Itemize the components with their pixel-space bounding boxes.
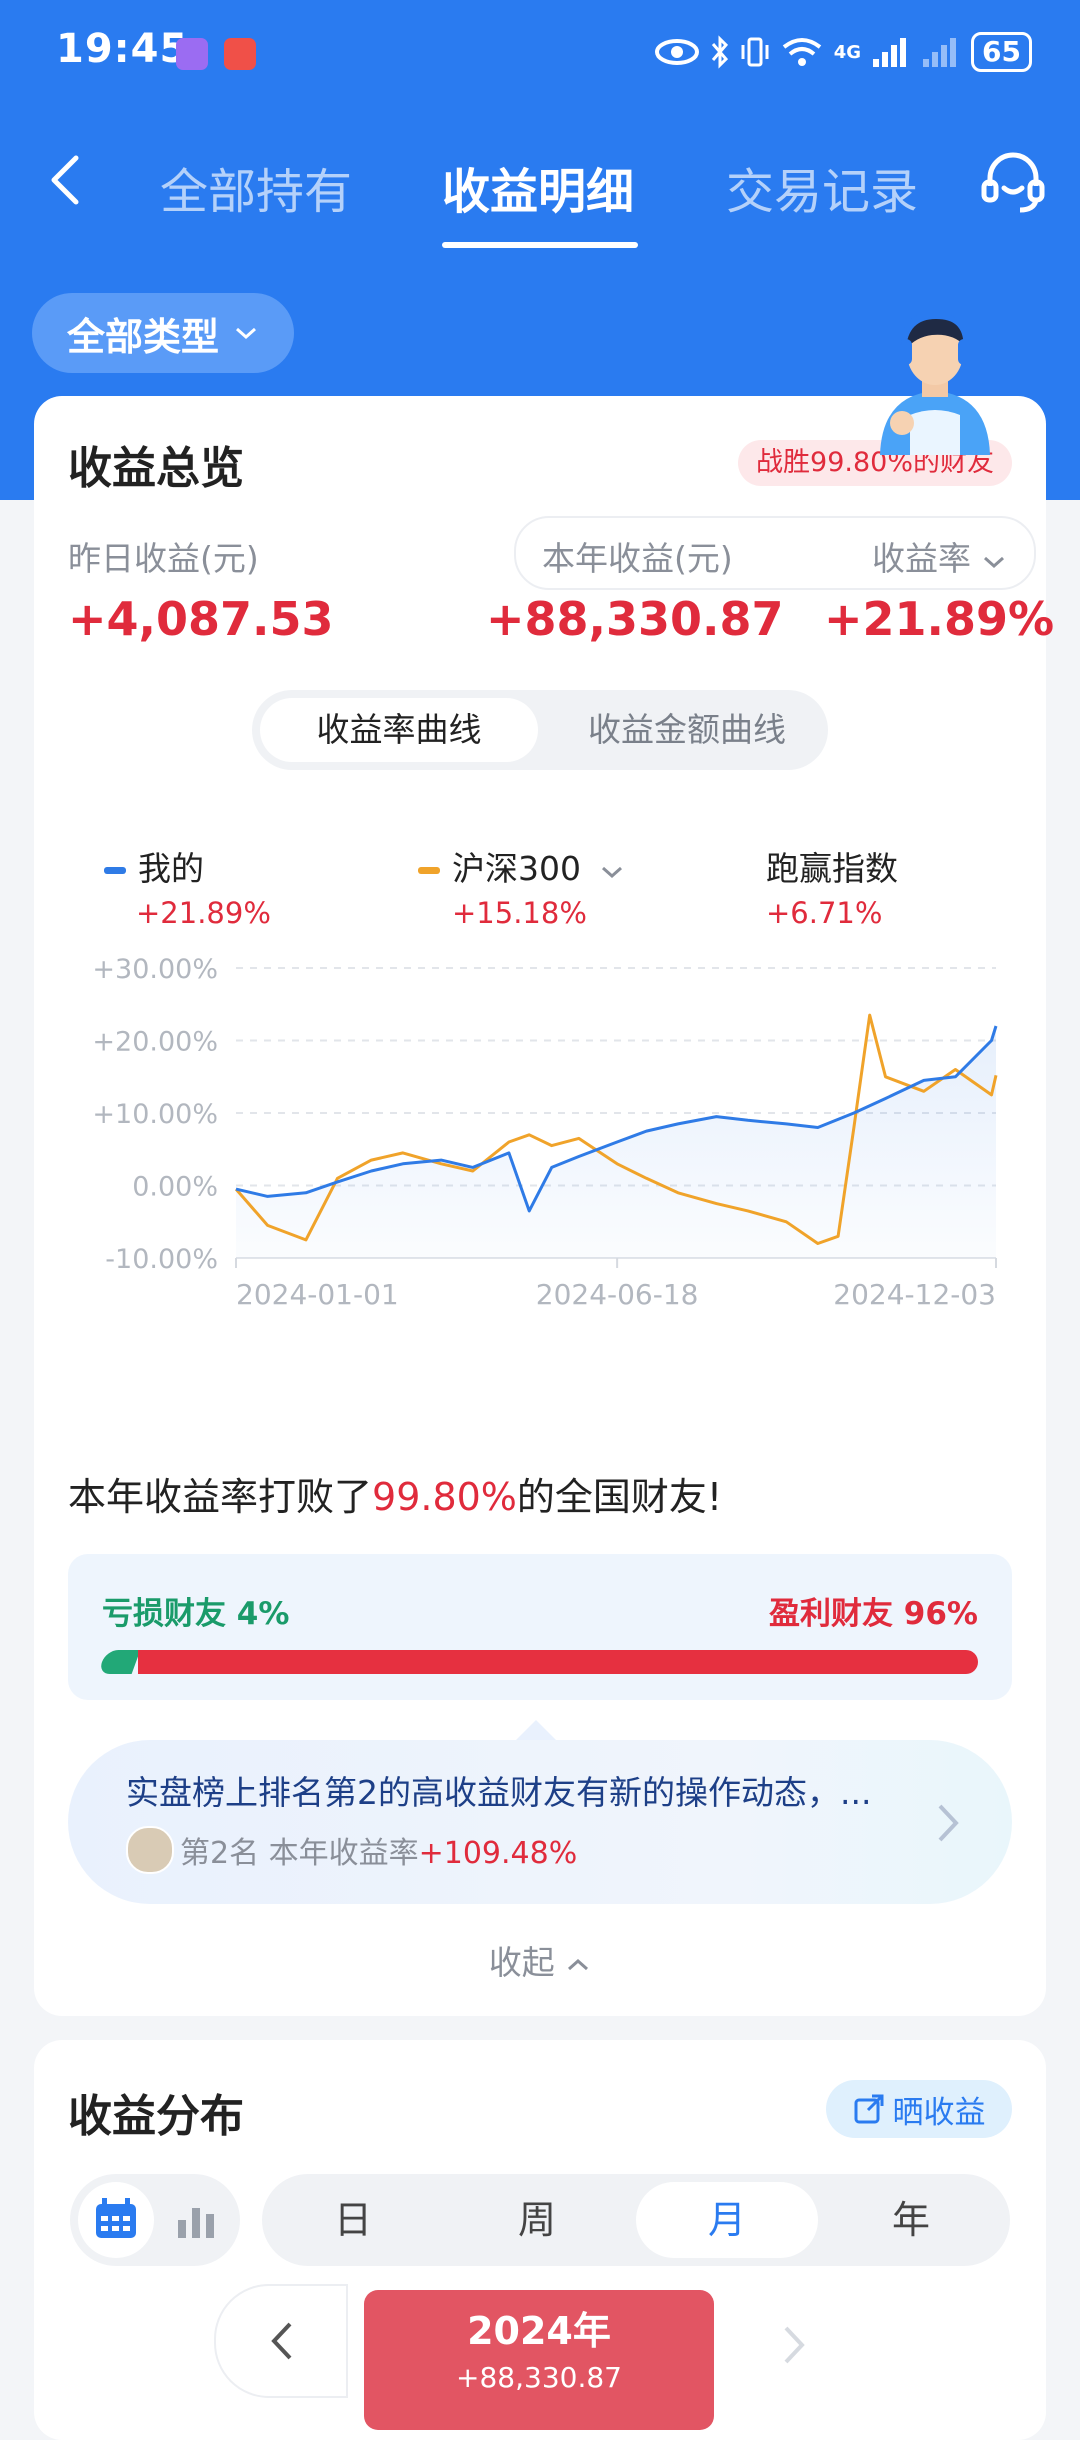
- legend-mine-label: 我的: [138, 849, 204, 888]
- x-tick-label: 2024-12-03: [833, 1278, 996, 1311]
- y-tick-label: -10.00%: [105, 1244, 218, 1275]
- collapse-button[interactable]: 收起: [34, 1936, 1046, 1984]
- status-time: 19:45: [56, 26, 189, 72]
- rate-selector[interactable]: 收益率: [872, 532, 1006, 580]
- tab-all-holdings[interactable]: 全部持有: [160, 152, 352, 222]
- legend-mine-value: +21.89%: [136, 896, 271, 930]
- chevron-right-icon[interactable]: [774, 2320, 814, 2370]
- curve-type-switch: 收益率曲线 收益金额曲线: [252, 690, 828, 770]
- y-tick-label: +10.00%: [92, 1099, 218, 1130]
- mine-swatch: [104, 867, 126, 874]
- bluetooth-icon: [711, 35, 728, 69]
- win-loss-box: 亏损财友 4% 盈利财友 96%: [68, 1554, 1012, 1700]
- tab-income-details[interactable]: 收益明细: [442, 152, 634, 222]
- income-distribution-card: 收益分布 晒收益 日 周 月 年 2024年 +88,330.87: [34, 2040, 1046, 2440]
- period-week[interactable]: 周: [446, 2182, 628, 2258]
- ranking-suffix: 的全国财友!: [516, 1475, 723, 1519]
- eye-icon: [654, 39, 699, 65]
- period-year[interactable]: 年: [820, 2182, 1002, 2258]
- bar-chart-icon[interactable]: [168, 2192, 224, 2248]
- notice-subline: 第2名 本年收益率+109.48%: [180, 1828, 577, 1872]
- mascot-illustration: [880, 315, 990, 455]
- rate-selector-label: 收益率: [872, 539, 971, 578]
- overview-title: 收益总览: [68, 443, 244, 494]
- legend-outperform-value: +6.71%: [766, 896, 883, 930]
- y-tick-label: +20.00%: [92, 1027, 218, 1058]
- legend-outperform-label: 跑赢指数: [766, 849, 898, 888]
- back-arrow-icon[interactable]: [38, 150, 98, 210]
- status-icons: 4G 65: [654, 30, 1032, 74]
- legend-index[interactable]: 沪深300: [418, 842, 624, 890]
- wifi-icon: [782, 38, 821, 66]
- signal-weak-icon: [923, 38, 957, 67]
- year-income-value: +88,330.87: [486, 592, 784, 646]
- distribution-title: 收益分布: [68, 2091, 244, 2142]
- year-income-label: 本年收益(元): [542, 539, 733, 578]
- share-icon: [854, 2094, 883, 2124]
- x-tick-label: 2024-01-01: [236, 1278, 399, 1311]
- share-income-label: 晒收益: [892, 2094, 986, 2131]
- legend-index-value: +15.18%: [452, 896, 587, 930]
- x-tick-label: 2024-06-18: [536, 1278, 699, 1311]
- top-navigation: 全部持有 收益明细 交易记录: [0, 130, 1080, 250]
- chevron-down-icon: [983, 556, 1004, 569]
- network-type: 4G: [833, 41, 862, 63]
- notice-rank-value: +109.48%: [418, 1836, 578, 1871]
- yesterday-income-label: 昨日收益(元): [68, 539, 259, 578]
- battery-indicator: 65: [971, 32, 1032, 72]
- y-tick-label: 0.00%: [132, 1172, 218, 1203]
- top-trader-notice[interactable]: 实盘榜上排名第2的高收益财友有新的操作动态，... 第2名 本年收益率+109.…: [68, 1740, 1012, 1904]
- yesterday-income-value: +4,087.53: [68, 592, 334, 646]
- customer-service-icon[interactable]: [978, 148, 1048, 218]
- signal-icon: [873, 38, 907, 67]
- selected-year[interactable]: 2024年 +88,330.87: [364, 2290, 714, 2430]
- chevron-down-icon: [236, 327, 256, 340]
- gain-friends-label: 盈利财友 96%: [769, 1596, 978, 1632]
- ranking-prefix: 本年收益率打败了: [68, 1475, 373, 1519]
- chevron-left-icon: [271, 2322, 292, 2360]
- type-filter-dropdown[interactable]: 全部类型: [32, 293, 294, 373]
- share-income-button[interactable]: 晒收益: [826, 2080, 1012, 2138]
- tab-amount-curve[interactable]: 收益金额曲线: [552, 698, 822, 762]
- active-tab-indicator: [442, 242, 638, 248]
- period-month[interactable]: 月: [636, 2182, 818, 2258]
- chevron-right-icon: [938, 1804, 959, 1842]
- calendar-view-button[interactable]: [78, 2182, 154, 2258]
- previous-year-button[interactable]: [214, 2284, 348, 2398]
- y-tick-label: +30.00%: [92, 954, 218, 985]
- selected-year-value: +88,330.87: [456, 2361, 622, 2394]
- calendar-icon: [96, 2198, 136, 2238]
- rate-value: +21.89%: [824, 592, 1055, 646]
- ranking-percent: 99.80%: [372, 1475, 517, 1519]
- ranking-summary: 本年收益率打败了99.80%的全国财友!: [68, 1466, 722, 1521]
- notice-title: 实盘榜上排名第2的高收益财友有新的操作动态，...: [126, 1773, 872, 1812]
- period-switch: 日 周 月 年: [262, 2174, 1010, 2266]
- view-mode-switch: [70, 2174, 240, 2266]
- legend-index-label: 沪深300: [452, 849, 581, 888]
- loss-friends-label: 亏损财友 4%: [102, 1596, 290, 1632]
- selected-year-label: 2024年: [467, 2309, 611, 2353]
- income-overview-card: 收益总览 战胜99.80%的财友 昨日收益(元) 本年收益(元) 收益率 +4,…: [34, 396, 1054, 2016]
- period-day[interactable]: 日: [262, 2182, 444, 2258]
- notice-rank: 第2名 本年收益率: [180, 1836, 419, 1871]
- gain-share-bar: [138, 1650, 978, 1674]
- tab-rate-curve[interactable]: 收益率曲线: [260, 698, 538, 762]
- loss-share-bar: [97, 1650, 141, 1674]
- collapse-label: 收起: [488, 1943, 555, 1982]
- legend-mine[interactable]: 我的: [104, 842, 204, 890]
- alert-notification-icon: [224, 38, 256, 70]
- status-bar: 19:45 4G 65: [0, 0, 1080, 110]
- chevron-down-icon: [601, 866, 622, 879]
- vibrate-icon: [741, 37, 769, 67]
- tab-transactions[interactable]: 交易记录: [726, 152, 918, 222]
- notice-pointer: [514, 1720, 558, 1742]
- type-filter-label: 全部类型: [66, 314, 219, 359]
- avatar: [126, 1826, 174, 1874]
- index-swatch: [418, 867, 440, 874]
- chevron-up-icon: [568, 1958, 589, 1971]
- return-rate-chart[interactable]: +30.00% +20.00% +10.00% 0.00% -10.00% 2024-01…: [34, 946, 1046, 1416]
- app-notification-icon: [176, 38, 208, 70]
